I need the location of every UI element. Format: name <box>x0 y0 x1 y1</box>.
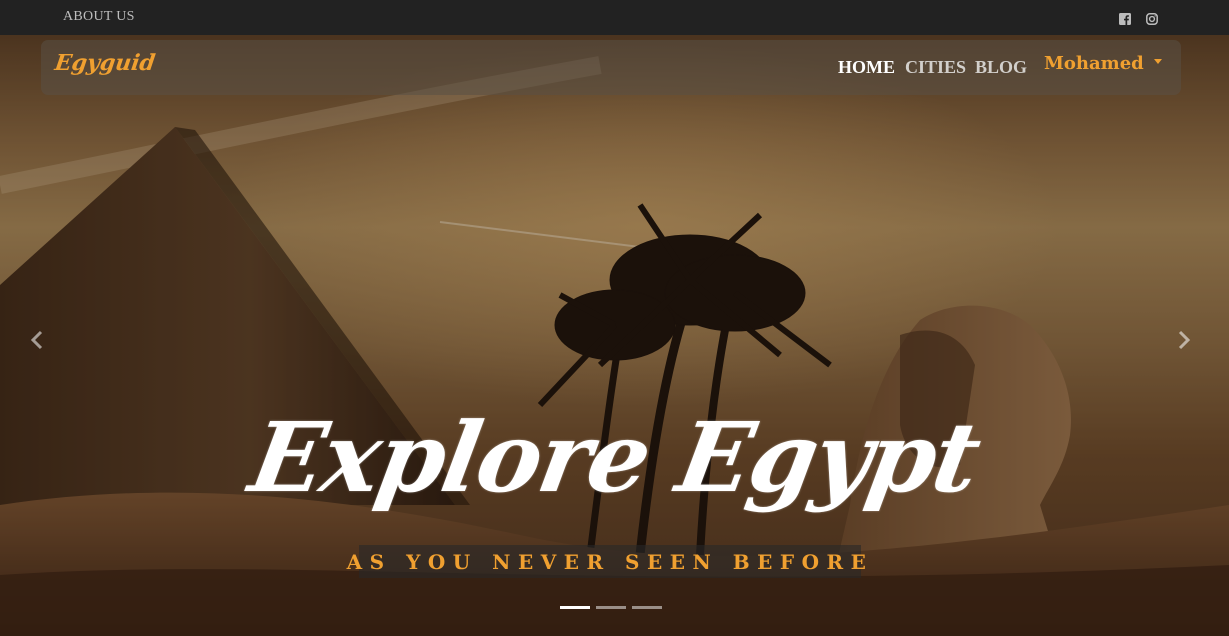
brand-logo[interactable]: Egyguid <box>53 50 157 76</box>
hero-headline: Explore Egypt <box>242 401 987 514</box>
about-us-link[interactable]: ABOUT US <box>63 9 135 25</box>
carousel-indicator-1[interactable] <box>560 606 590 609</box>
chevron-left-icon <box>30 330 43 350</box>
hero-subline: AS YOU NEVER SEEN BEFORE <box>346 549 874 574</box>
main-navbar: Egyguid HOME CITIES BLOG Mohamed <box>41 40 1181 95</box>
caret-down-icon <box>1153 59 1162 64</box>
carousel-next-button[interactable] <box>1169 325 1199 355</box>
nav-blog-link[interactable]: BLOG <box>975 57 1027 78</box>
carousel-prev-button[interactable] <box>22 325 52 355</box>
carousel-indicator-2[interactable] <box>596 606 626 609</box>
hero-carousel: Explore Egypt AS YOU NEVER SEEN BEFORE <box>0 35 1229 636</box>
user-dropdown-toggle[interactable]: Mohamed <box>1044 53 1162 74</box>
user-name: Mohamed <box>1044 53 1144 74</box>
instagram-icon[interactable] <box>1146 10 1158 25</box>
hero-subline-box: AS YOU NEVER SEEN BEFORE <box>347 545 866 578</box>
nav-cities-link[interactable]: CITIES <box>905 57 966 78</box>
facebook-square-icon[interactable] <box>1119 10 1131 25</box>
nav-home-link[interactable]: HOME <box>838 57 895 78</box>
carousel-indicators <box>560 606 662 609</box>
carousel-indicator-3[interactable] <box>632 606 662 609</box>
top-bar: ABOUT US <box>0 0 1229 35</box>
chevron-right-icon <box>1178 330 1191 350</box>
